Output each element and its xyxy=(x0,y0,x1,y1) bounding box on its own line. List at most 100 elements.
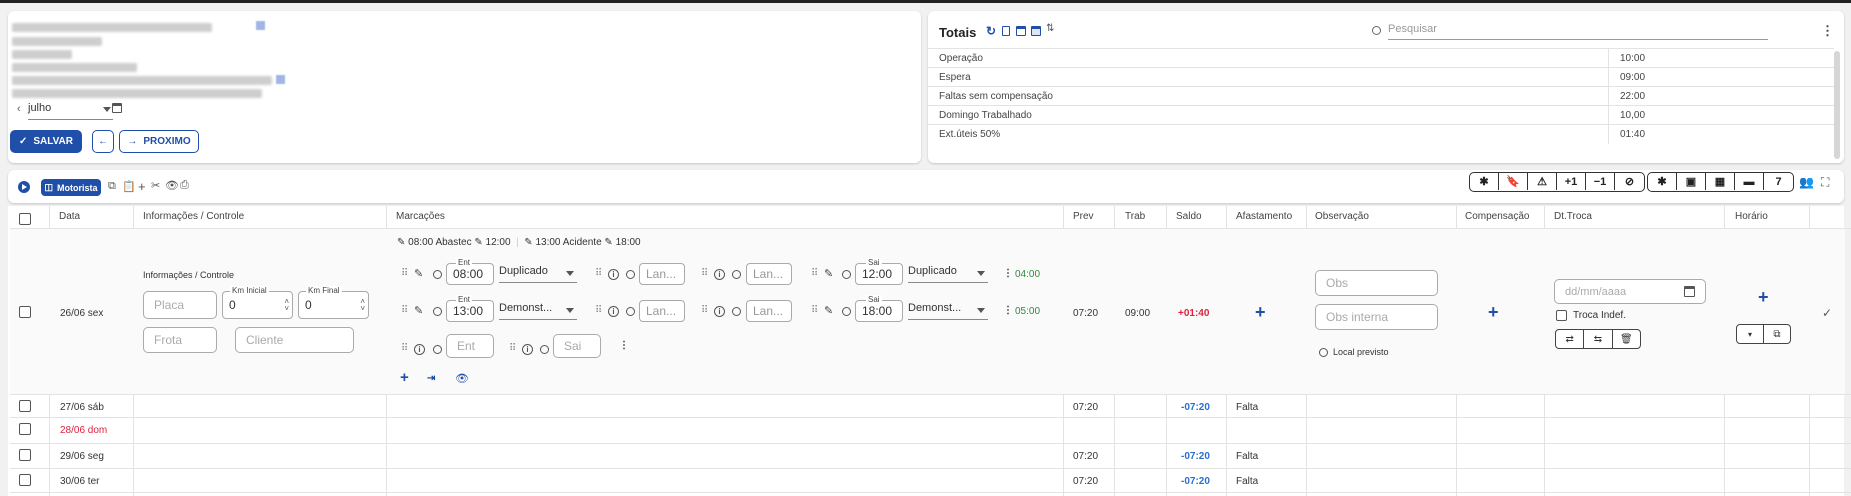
calendar-icon[interactable] xyxy=(1031,26,1041,36)
radio-icon[interactable] xyxy=(842,307,851,316)
more-vert-icon[interactable]: ⋮ xyxy=(1003,268,1013,279)
swap-icon[interactable]: ⇄ xyxy=(1556,330,1585,348)
toolbar-tool-button[interactable]: ▣ xyxy=(1677,173,1706,190)
users-icon[interactable]: 👥 xyxy=(1799,175,1814,189)
fullscreen-icon[interactable]: ⛶ xyxy=(1821,175,1829,190)
calendar-grid-icon[interactable] xyxy=(1016,26,1026,36)
previous-button[interactable]: ← xyxy=(92,130,114,153)
lancamento-input[interactable]: Lan... xyxy=(639,300,685,322)
frota-input[interactable]: Frota xyxy=(143,327,217,353)
row-checkbox[interactable] xyxy=(19,474,31,486)
row-checkbox[interactable] xyxy=(19,423,31,435)
km-inicial-input[interactable]: 0 ˄ ˅ xyxy=(222,291,293,319)
toolbar-tool-button[interactable]: ⚠ xyxy=(1528,173,1557,190)
info-icon[interactable]: i xyxy=(608,269,619,280)
save-button[interactable]: ✓ SALVAR xyxy=(10,130,82,153)
pencil-icon[interactable]: ✎ xyxy=(414,304,423,317)
obs-interna-input[interactable]: Obs interna xyxy=(1315,304,1438,330)
pencil-icon[interactable]: ✎ xyxy=(824,304,833,317)
drag-handle-icon[interactable]: ⠿ xyxy=(509,343,516,354)
radio-icon[interactable] xyxy=(626,270,635,279)
eye-icon[interactable]: 👁 xyxy=(165,179,179,192)
radio-icon[interactable] xyxy=(540,345,549,354)
add-marcacao-icon[interactable]: + xyxy=(400,370,409,385)
calendar-icon[interactable] xyxy=(1684,286,1695,297)
toolbar-tool-button[interactable]: 🔖 xyxy=(1499,173,1528,190)
drag-handle-icon[interactable]: ⠿ xyxy=(401,305,408,316)
radio-icon[interactable] xyxy=(626,307,635,316)
pencil-icon[interactable]: ✎ xyxy=(824,267,833,280)
toolbar-tool-button[interactable]: ✱ xyxy=(1648,173,1677,190)
add-icon[interactable]: + xyxy=(138,179,146,194)
troca-indef-checkbox[interactable] xyxy=(1556,310,1567,321)
row-checkbox[interactable] xyxy=(19,449,31,461)
more-vert-icon[interactable]: ⋮ xyxy=(1003,305,1013,316)
add-afastamento-icon[interactable]: + xyxy=(1255,303,1266,321)
toolbar-tool-button[interactable]: 7 xyxy=(1764,173,1793,190)
stepper-icon[interactable]: ˄ ˅ xyxy=(284,298,289,313)
toolbar-tool-button[interactable]: ✱ xyxy=(1470,173,1499,190)
lancamento-input[interactable]: Lan... xyxy=(746,263,792,285)
eye-icon[interactable]: 👁 xyxy=(455,372,469,385)
km-final-input[interactable]: 0 ˄ ˅ xyxy=(298,291,369,319)
print-icon[interactable]: ⎙ xyxy=(180,179,189,192)
toolbar-tool-button[interactable]: +1 xyxy=(1557,173,1586,190)
add-horario-icon[interactable]: + xyxy=(1758,288,1769,306)
drag-handle-icon[interactable]: ⠿ xyxy=(811,268,818,279)
info-icon[interactable]: i xyxy=(714,269,725,280)
select-all-checkbox[interactable] xyxy=(19,213,31,225)
delete-icon[interactable]: 🗑 xyxy=(1613,330,1640,348)
info-icon[interactable]: i xyxy=(522,344,533,355)
drag-handle-icon[interactable]: ⠿ xyxy=(595,268,602,279)
open-external-icon[interactable]: ⧉ xyxy=(1764,325,1790,343)
lancamento-input[interactable]: Lan... xyxy=(746,300,792,322)
cut-icon[interactable]: ✂ xyxy=(151,179,160,192)
type-select[interactable]: Duplicado xyxy=(908,265,988,283)
info-icon[interactable]: i xyxy=(414,344,425,355)
more-vert-icon[interactable]: ⋮ xyxy=(1821,23,1834,39)
radio-icon[interactable] xyxy=(842,270,851,279)
insert-icon[interactable]: ⇥ xyxy=(427,373,435,384)
toolbar-tool-button[interactable]: ▬ xyxy=(1735,173,1764,190)
radio-icon[interactable] xyxy=(732,270,741,279)
copy-icon[interactable]: ⧉ xyxy=(108,180,116,193)
drag-handle-icon[interactable]: ⠿ xyxy=(701,268,708,279)
stepper-icon[interactable]: ˄ ˅ xyxy=(360,298,365,313)
drag-handle-icon[interactable]: ⠿ xyxy=(401,343,408,354)
row-checkbox[interactable] xyxy=(19,306,31,318)
cliente-input[interactable]: Cliente xyxy=(235,327,354,353)
scrollbar[interactable] xyxy=(1834,51,1840,159)
month-select[interactable]: julho xyxy=(28,102,113,120)
obs-input[interactable]: Obs xyxy=(1315,270,1438,296)
new-saida-input[interactable]: Sai xyxy=(553,334,601,358)
pencil-icon[interactable]: ✎ xyxy=(414,267,423,280)
check-icon[interactable]: ✓ xyxy=(1822,306,1832,320)
radio-icon[interactable] xyxy=(732,307,741,316)
info-icon[interactable]: i xyxy=(608,306,619,317)
new-entrada-input[interactable]: Ent xyxy=(446,334,494,358)
type-select[interactable]: Demonst... xyxy=(499,302,577,320)
next-button[interactable]: → PROXIMO xyxy=(119,130,199,153)
copy-icon[interactable] xyxy=(1002,26,1010,36)
sort-icon[interactable]: ⇅ xyxy=(1046,23,1054,34)
type-select[interactable]: Demonst... xyxy=(908,302,988,320)
toolbar-tool-button[interactable]: ▦ xyxy=(1706,173,1735,190)
toolbar-tool-button[interactable]: ⊘ xyxy=(1615,173,1644,190)
lancamento-input[interactable]: Lan... xyxy=(639,263,685,285)
more-vert-icon[interactable]: ⋮ xyxy=(619,340,629,351)
radio-icon[interactable] xyxy=(433,345,442,354)
add-compensacao-icon[interactable]: + xyxy=(1488,303,1499,321)
search-input[interactable]: Pesquisar xyxy=(1388,23,1768,40)
radio-icon[interactable] xyxy=(433,270,442,279)
info-icon[interactable]: i xyxy=(714,306,725,317)
dropdown-icon[interactable]: ▾ xyxy=(1737,325,1764,343)
placa-input[interactable]: Placa xyxy=(143,291,217,319)
radio-icon[interactable] xyxy=(433,307,442,316)
drag-handle-icon[interactable]: ⠿ xyxy=(811,305,818,316)
toolbar-tool-button[interactable]: −1 xyxy=(1586,173,1615,190)
calendar-icon[interactable] xyxy=(112,103,122,113)
drag-handle-icon[interactable]: ⠿ xyxy=(595,305,602,316)
local-previsto-radio[interactable] xyxy=(1319,348,1328,357)
motorista-button[interactable]: ◫ Motorista xyxy=(41,179,101,196)
drag-handle-icon[interactable]: ⠿ xyxy=(401,268,408,279)
